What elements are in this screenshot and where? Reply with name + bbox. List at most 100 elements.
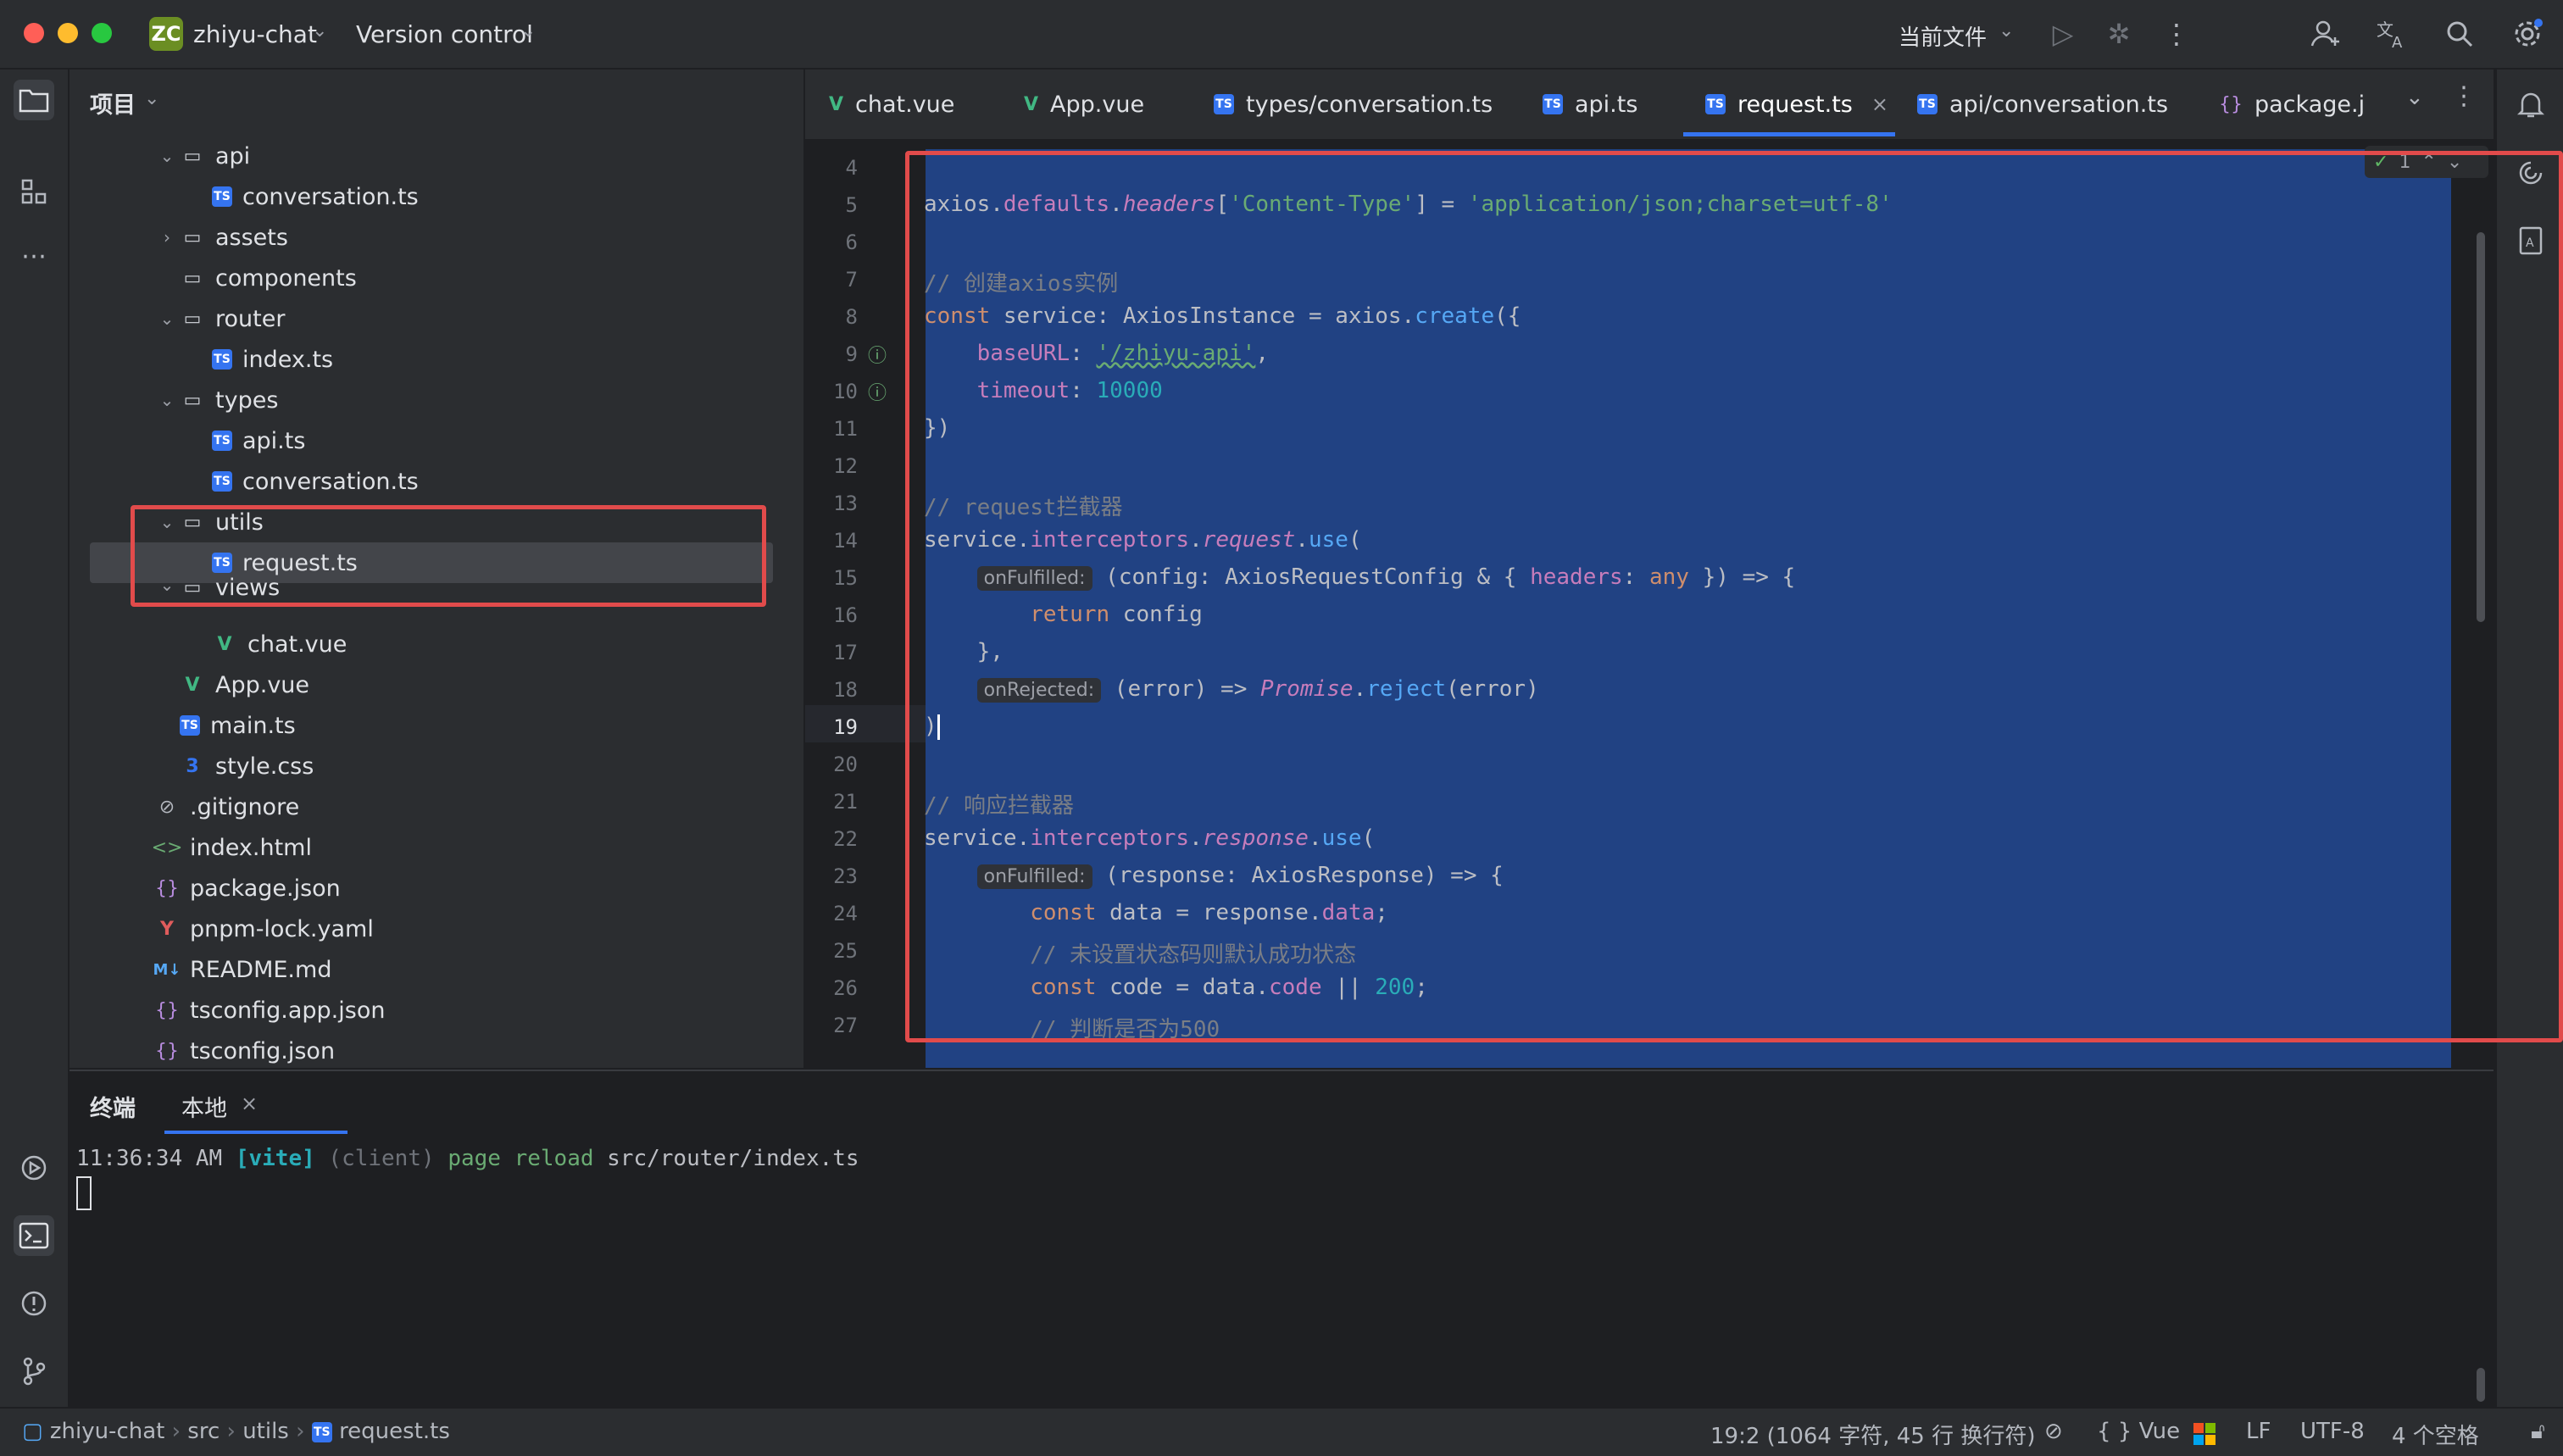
project-badge[interactable]: ZC [149, 17, 183, 51]
run-configuration-select[interactable]: 当前文件 [1899, 20, 1987, 52]
tree-item-file[interactable]: M↓ README.md [69, 949, 871, 990]
tree-item-file[interactable]: Y pnpm-lock.yaml [69, 909, 871, 949]
tree-item-folder-api[interactable]: ⌄ ▭ api [69, 136, 871, 176]
chevron-down-icon[interactable]: ⌄ [312, 20, 327, 42]
tab-request-ts[interactable]: TS request.ts × [1705, 69, 1888, 139]
tree-item-file[interactable]: {} tsconfig.json [69, 1031, 871, 1071]
translate-icon[interactable]: 文A [2373, 15, 2410, 53]
tree-item-file[interactable]: TS api.ts [69, 420, 929, 461]
tree-item-folder-types[interactable]: ⌄ ▭ types [69, 380, 871, 420]
structure-icon[interactable] [14, 171, 54, 212]
tree-item-folder-components[interactable]: ▭ components [69, 258, 897, 298]
breadcrumb-item[interactable]: zhiyu-chat [50, 1419, 165, 1444]
tab-types-conversation-ts[interactable]: TS types/conversation.ts [1214, 69, 1493, 139]
windows-logo-icon[interactable] [2193, 1420, 2216, 1446]
services-icon[interactable] [14, 1148, 54, 1188]
more-actions-icon[interactable]: ⋮ [2451, 81, 2477, 111]
chevron-down-icon[interactable]: ⌄ [144, 88, 159, 109]
close-tab-icon[interactable]: × [241, 1092, 258, 1115]
tab-chat-vue[interactable]: V chat.vue [829, 69, 954, 139]
override-marker-icon[interactable]: ⓘ [868, 341, 887, 368]
tab-app-vue[interactable]: V App.vue [1024, 69, 1144, 139]
ai-off-icon[interactable]: ⊘ [2044, 1419, 2063, 1444]
terminal-tab-bar: 终端 本地 × [69, 1071, 2494, 1134]
more-tools-icon[interactable]: ⋯ [14, 236, 54, 276]
tree-item-file[interactable]: TS index.ts [69, 339, 929, 380]
typescript-file-icon: TS [180, 715, 200, 736]
chevron-down-icon[interactable]: ⌄ [2405, 85, 2424, 110]
tree-item-folder-router[interactable]: ⌄ ▭ router [69, 298, 871, 339]
close-tab-icon[interactable]: × [1871, 92, 1888, 116]
tree-item-file[interactable]: <> index.html [69, 827, 871, 868]
breadcrumb-item[interactable]: request.ts [339, 1419, 450, 1444]
breadcrumb-item[interactable]: src [187, 1419, 220, 1444]
tree-item-file[interactable]: {} tsconfig.app.json [69, 990, 871, 1031]
terminal-title[interactable]: 终端 [90, 1090, 136, 1123]
notifications-bell-icon[interactable] [2510, 85, 2551, 125]
file-encoding[interactable]: UTF-8 [2300, 1419, 2365, 1444]
indent-setting[interactable]: 4 个空格 [2392, 1419, 2479, 1450]
override-marker-icon[interactable]: ⓘ [868, 378, 887, 405]
tree-item-file[interactable]: V chat.vue [69, 624, 929, 664]
more-actions-icon[interactable]: ⋮ [2158, 15, 2195, 53]
git-branch-icon[interactable] [14, 1351, 54, 1392]
line-number: 22 [833, 827, 858, 851]
line-number: 8 [845, 305, 858, 329]
tree-item-file[interactable]: TS conversation.ts [69, 176, 929, 217]
zoom-window-button[interactable] [92, 23, 112, 43]
line-number: 13 [833, 492, 858, 515]
line-number-gutter: 4 5 6 7 8 9 10 11 12 13 14 15 16 17 18 1… [805, 141, 907, 1068]
tree-item-folder-assets[interactable]: › ▭ assets [69, 217, 871, 258]
tab-package-json[interactable]: {} package.jsor [2219, 69, 2363, 139]
active-tab-indicator [164, 1131, 347, 1134]
terminal-output-line: 11:36:34 AM [vite] (client) page reload … [76, 1146, 859, 1171]
chevron-down-icon[interactable]: ⌄ [1999, 20, 2014, 42]
tree-item-label: README.md [190, 956, 332, 983]
line-number: 21 [833, 790, 858, 814]
tree-item-label: api.ts [242, 427, 306, 454]
project-switcher[interactable]: zhiyu-chat [193, 20, 317, 48]
add-user-icon[interactable] [2307, 15, 2344, 53]
tree-item-file[interactable]: V App.vue [69, 664, 897, 705]
chevron-down-icon[interactable]: ⌄ [520, 20, 536, 42]
chevron-right-icon[interactable]: › [154, 227, 180, 247]
typescript-file-icon: TS [212, 431, 232, 451]
folder-icon: ▭ [183, 226, 202, 248]
search-icon[interactable] [2441, 15, 2478, 53]
run-icon[interactable]: ▷ [2044, 15, 2082, 53]
chevron-down-icon[interactable]: ⌄ [154, 308, 180, 329]
breadcrumb-item[interactable]: utils [242, 1419, 289, 1444]
version-control-menu[interactable]: Version control [356, 20, 533, 48]
chevron-down-icon[interactable]: ⌄ [154, 390, 180, 410]
problems-icon[interactable] [14, 1283, 54, 1324]
lock-icon[interactable]: 🔓︎ [2531, 1419, 2545, 1445]
tab-api-conversation-ts[interactable]: TS api/conversation.ts [1917, 69, 2168, 139]
project-folder-icon[interactable] [14, 80, 54, 120]
caret-position[interactable]: 19:2 (1064 字符, 45 行 换行符) [1710, 1419, 2036, 1450]
language-label: Vue [2138, 1419, 2181, 1444]
debug-icon[interactable]: ✲ [2100, 15, 2138, 53]
tree-item-file[interactable]: TS conversation.ts [69, 461, 929, 502]
terminal-icon[interactable] [14, 1215, 54, 1256]
project-panel-title[interactable]: 项目 [90, 86, 136, 119]
chevron-down-icon[interactable]: ⌄ [154, 146, 180, 166]
tab-terminal-local[interactable]: 本地 [181, 1090, 227, 1123]
typescript-file-icon: TS [1917, 94, 1938, 114]
tree-item-file[interactable]: 3 style.css [69, 746, 897, 786]
svg-text:文: 文 [2377, 19, 2393, 40]
breadcrumb: ▢ zhiyu-chat › src › utils › TS request.… [22, 1419, 450, 1444]
line-number: 10 [833, 380, 858, 403]
tree-item-file[interactable]: {} package.json [69, 868, 871, 909]
close-window-button[interactable] [24, 23, 44, 43]
terminal-scrollbar[interactable] [2477, 1368, 2485, 1402]
line-separator[interactable]: LF [2246, 1419, 2271, 1444]
terminal-cursor[interactable] [76, 1176, 92, 1210]
settings-gear-icon[interactable] [2509, 15, 2546, 53]
tree-item-file[interactable]: TS main.ts [69, 705, 897, 746]
tree-item-file[interactable]: ⊘ .gitignore [69, 786, 871, 827]
minimize-window-button[interactable] [58, 23, 78, 43]
typescript-file-icon: TS [212, 349, 232, 370]
language-selector[interactable]: { } Vue [2097, 1419, 2180, 1444]
tab-api-ts[interactable]: TS api.ts [1543, 69, 1637, 139]
line-number: 27 [833, 1014, 858, 1037]
